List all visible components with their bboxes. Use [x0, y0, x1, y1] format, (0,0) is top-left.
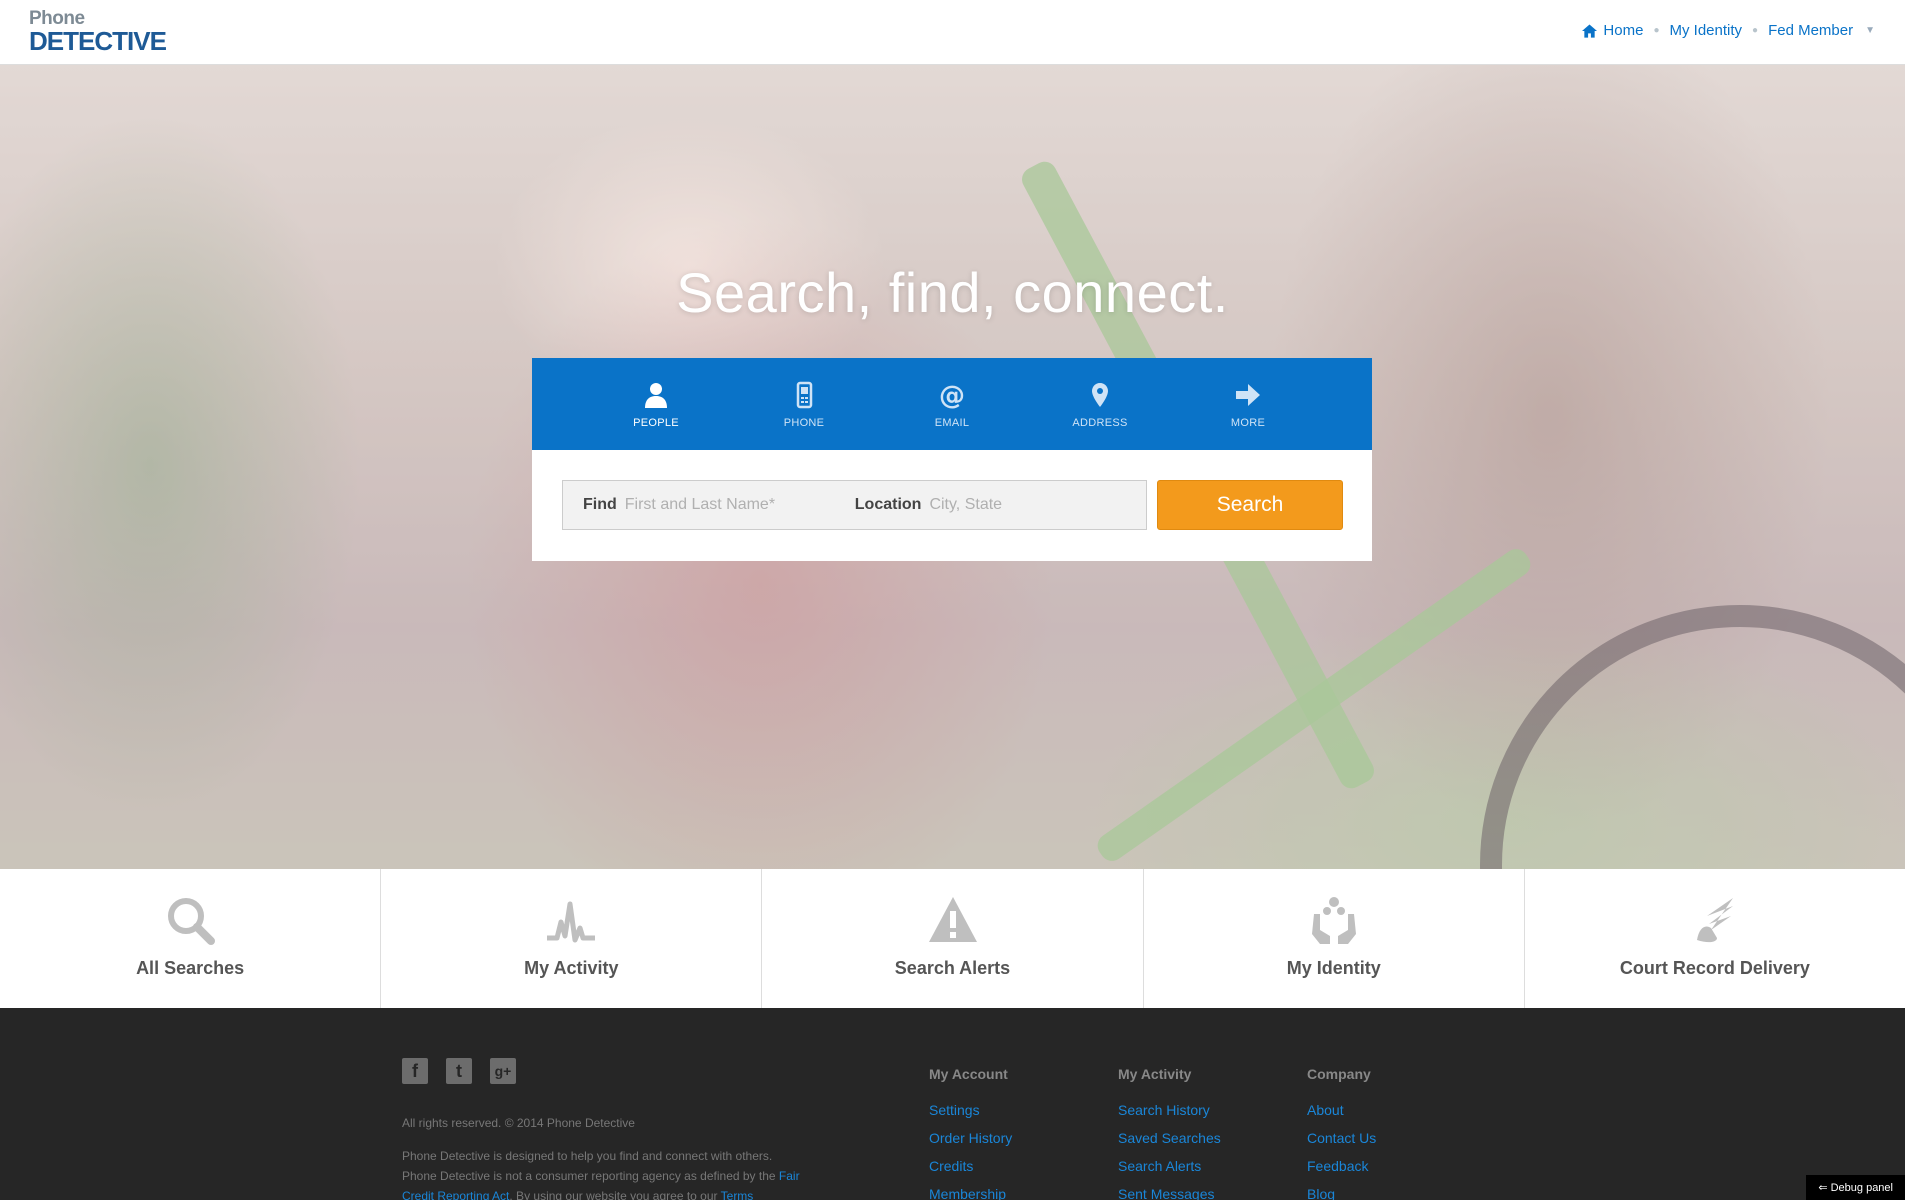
tab-email-label: EMAIL: [934, 417, 970, 429]
tile-label: My Activity: [524, 958, 619, 978]
nav-my-identity[interactable]: My Identity: [1669, 22, 1742, 39]
google-plus-icon[interactable]: g+: [490, 1058, 516, 1084]
footer-col-company: Company About Contact Us Feedback Blog: [1307, 1058, 1376, 1200]
tile-label: Court Record Delivery: [1619, 958, 1810, 978]
top-nav: Home ● My Identity ● Fed Member ▼: [1582, 22, 1875, 39]
footer-col-title: Company: [1307, 1066, 1371, 1082]
nav-home[interactable]: Home: [1582, 22, 1643, 39]
nav-separator: ●: [1653, 25, 1660, 36]
tile-label: My Identity: [1286, 958, 1381, 978]
site-header: Phone DETECTIVE Home ● My Identity ● Fed…: [0, 0, 1905, 65]
search-button[interactable]: Search: [1157, 480, 1343, 530]
social-links: f t g+: [402, 1058, 516, 1084]
find-label: Find: [583, 496, 617, 513]
feature-tiles: All Searches My Activity Search Alerts M…: [0, 869, 1905, 1008]
footer-col-title: My Account: [929, 1066, 1008, 1082]
footer-col-my-account: My Account Settings Order History Credit…: [929, 1058, 1012, 1200]
hero-headline: Search, find, connect.: [676, 261, 1229, 324]
phone-icon: [796, 381, 813, 409]
footer-link-saved-searches[interactable]: Saved Searches: [1118, 1130, 1221, 1146]
nav-member-label: Fed Member: [1768, 22, 1854, 39]
tile-all-searches[interactable]: All Searches: [0, 869, 382, 1008]
nav-my-identity-label: My Identity: [1669, 22, 1743, 39]
tab-more-label: MORE: [1230, 417, 1266, 429]
disclaimer-part-1: Phone Detective is designed to help you …: [402, 1149, 776, 1183]
site-footer: f t g+ All rights reserved. © 2014 Phone…: [0, 1008, 1905, 1200]
disclaimer-text: Phone Detective is designed to help you …: [402, 1146, 802, 1200]
facebook-icon[interactable]: f: [402, 1058, 428, 1084]
hands-identity-icon: [1311, 897, 1356, 944]
location-input[interactable]: [929, 496, 1130, 514]
magnifier-icon: [168, 898, 216, 945]
tab-more[interactable]: MORE: [1174, 358, 1322, 450]
footer-col-my-activity: My Activity Search History Saved Searche…: [1118, 1058, 1221, 1200]
logo-text-bottom: DETECTIVE: [29, 26, 167, 56]
footer-link-blog[interactable]: Blog: [1307, 1186, 1376, 1200]
tile-my-activity[interactable]: My Activity: [381, 869, 763, 1008]
twitter-icon[interactable]: t: [446, 1058, 472, 1084]
home-icon: [1582, 23, 1598, 38]
tab-people[interactable]: PEOPLE: [582, 358, 730, 465]
at-sign-icon: @: [939, 381, 965, 409]
svg-text:@: @: [939, 381, 965, 409]
footer-link-sent-messages[interactable]: Sent Messages: [1118, 1186, 1221, 1200]
chevron-down-icon: ▼: [1865, 25, 1875, 36]
hero-banner: Search, find, connect. PEOPLE PHONE @ EM…: [0, 65, 1905, 869]
tab-address[interactable]: ADDRESS: [1026, 358, 1174, 450]
map-pin-icon: [1092, 383, 1108, 407]
footer-link-order-history[interactable]: Order History: [929, 1130, 1012, 1146]
nav-home-label: Home: [1603, 22, 1644, 39]
tab-phone-label: PHONE: [783, 417, 825, 429]
phone-detective-logo[interactable]: Phone DETECTIVE: [29, 8, 167, 56]
warning-triangle-icon: [928, 897, 977, 942]
tile-label: All Searches: [136, 958, 245, 978]
search-type-tabs: PEOPLE PHONE @ EMAIL ADDRESS MORE: [532, 358, 1372, 465]
tab-email[interactable]: @ EMAIL: [878, 358, 1026, 450]
tile-court-record-delivery[interactable]: Court Record Delivery: [1525, 869, 1905, 1008]
disclaimer-part-2: . By using our website you agree to our: [509, 1189, 718, 1200]
name-input[interactable]: [624, 496, 835, 514]
footer-link-about[interactable]: About: [1307, 1102, 1376, 1118]
arrow-right-icon: [1236, 384, 1260, 406]
activity-graph-icon: [547, 901, 596, 943]
tile-search-alerts[interactable]: Search Alerts: [762, 869, 1144, 1008]
footer-link-search-history[interactable]: Search History: [1118, 1102, 1221, 1118]
footer-link-contact-us[interactable]: Contact Us: [1307, 1130, 1376, 1146]
tile-my-identity[interactable]: My Identity: [1144, 869, 1525, 1008]
nav-separator: ●: [1752, 25, 1759, 36]
footer-link-credits[interactable]: Credits: [929, 1158, 1012, 1174]
search-fields: Find Location: [562, 480, 1147, 530]
winged-foot-icon: [1696, 898, 1733, 943]
debug-panel-toggle[interactable]: ⇐ Debug panel: [1806, 1175, 1905, 1200]
tile-label: Search Alerts: [894, 958, 1011, 978]
footer-link-feedback[interactable]: Feedback: [1307, 1158, 1376, 1174]
search-form: Find Location Search: [532, 450, 1372, 561]
tab-address-label: ADDRESS: [1072, 417, 1128, 429]
footer-col-title: My Activity: [1118, 1066, 1192, 1082]
footer-link-settings[interactable]: Settings: [929, 1102, 1012, 1118]
person-icon: [645, 383, 667, 408]
tab-phone[interactable]: PHONE: [730, 358, 878, 450]
location-label: Location: [854, 496, 922, 513]
terms-link[interactable]: Terms: [721, 1189, 754, 1200]
tab-people-label: PEOPLE: [633, 417, 679, 429]
copyright-text: All rights reserved. © 2014 Phone Detect…: [402, 1116, 635, 1130]
footer-link-search-alerts[interactable]: Search Alerts: [1118, 1158, 1221, 1174]
footer-link-membership[interactable]: Membership: [929, 1186, 1012, 1200]
nav-member-menu[interactable]: Fed Member ▼: [1768, 22, 1875, 39]
search-panel: PEOPLE PHONE @ EMAIL ADDRESS MORE Find F…: [532, 358, 1372, 561]
